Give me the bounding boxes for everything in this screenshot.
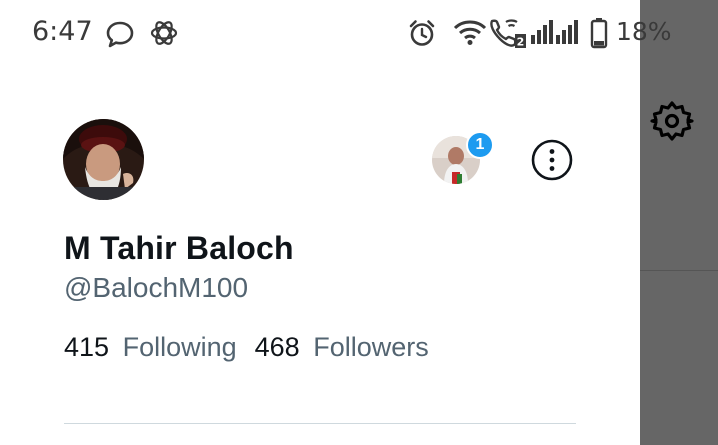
signal-icon <box>556 20 578 44</box>
followers-link[interactable]: 468 Followers <box>255 332 429 363</box>
profile-avatar[interactable] <box>63 119 144 200</box>
sim-label: 2 <box>517 36 525 49</box>
following-link[interactable]: 415 Following <box>64 332 237 363</box>
openai-logo-icon <box>150 21 178 45</box>
profile-photo <box>63 119 144 200</box>
follow-stats: 415 Following 468 Followers <box>64 332 429 363</box>
signal-icon <box>531 20 553 44</box>
gear-icon[interactable] <box>650 99 694 143</box>
following-label: Following <box>122 332 237 362</box>
profile-name[interactable]: M Tahir Baloch <box>64 230 294 267</box>
following-count: 415 <box>64 332 110 362</box>
wifi-call-icon: 2 <box>490 19 526 49</box>
wifi-icon <box>453 20 487 45</box>
profile-handle: @BalochM100 <box>64 272 249 303</box>
navigation-drawer <box>0 0 640 445</box>
followers-label: Followers <box>313 332 429 362</box>
more-options-icon[interactable] <box>531 139 573 181</box>
battery-percentage: 18% <box>616 17 672 46</box>
followers-count: 468 <box>254 332 300 362</box>
status-time: 6:47 <box>32 16 93 47</box>
chat-bubble-icon <box>106 21 134 48</box>
notification-badge: 1 <box>466 131 494 159</box>
alarm-icon <box>409 20 435 46</box>
section-divider <box>64 423 576 424</box>
scrim-divider <box>640 270 718 271</box>
battery-icon <box>590 18 608 49</box>
account-switcher-button[interactable]: 1 <box>432 131 494 184</box>
drawer-scrim[interactable] <box>640 0 718 445</box>
status-bar: 6:47 2 18% <box>0 0 718 66</box>
